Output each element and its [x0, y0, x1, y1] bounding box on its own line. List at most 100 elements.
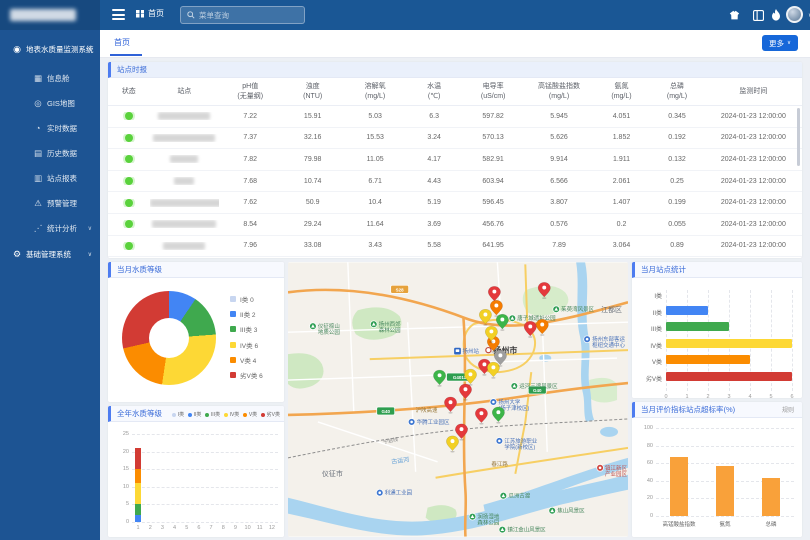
x-tick: 5: [183, 525, 191, 531]
cell-value: 5.626: [524, 134, 593, 141]
sidebar-item-history-data[interactable]: ▤ 历史数据: [0, 143, 100, 163]
table-row[interactable]: 7.6810.746.714.43603.946.5662.0610.25202…: [108, 171, 802, 193]
cell-value: 4.17: [406, 156, 462, 163]
y-tick: 15: [116, 466, 129, 472]
table-row[interactable]: 7.3732.1615.533.24570.135.6261.8520.1922…: [108, 128, 802, 150]
cell-value: 4.43: [406, 178, 462, 185]
search-input[interactable]: [199, 11, 289, 20]
legend-swatch: [172, 413, 176, 417]
menu-search-box[interactable]: [180, 6, 305, 24]
legend-item[interactable]: IV类: [224, 411, 239, 418]
cell-value: 6.566: [524, 178, 593, 185]
bar: [666, 306, 708, 315]
sidebar-item-label: 站点报表: [47, 173, 77, 184]
legend-item[interactable]: III类: [205, 411, 220, 418]
sidebar-group-label: 地表水质量监测系统: [26, 44, 94, 55]
exceed-rate-rules-link[interactable]: 规则: [782, 405, 794, 414]
gridline: [132, 522, 278, 523]
cell-value: 7.96: [219, 242, 281, 249]
bar: [716, 466, 734, 516]
cell-value: 32.16: [281, 134, 343, 141]
svg-text:S28: S28: [396, 287, 404, 292]
column-header: 氨氮(mg/L): [594, 82, 650, 101]
layout-columns-icon[interactable]: [750, 7, 766, 23]
flame-icon[interactable]: [768, 7, 784, 23]
map-poi[interactable]: 瓜洲古渡: [500, 492, 531, 500]
legend-item[interactable]: II类: [188, 411, 201, 418]
dashboard-root: ◉ 地表水质量监测系统 ∧ ▦ 信息舱 ◎ GIS地图 ◔ 实时数据 ▤ 历史数据 ▥ 站…: [0, 0, 810, 540]
cell-value: 0.345: [649, 113, 705, 120]
monthly-station-stats-panel: 当月站点统计 0 1 2 3 4 5 6I类II类III类IV类V类劣V类: [632, 262, 802, 398]
logo-strip: [0, 0, 100, 30]
sidebar-group-1[interactable]: ⚙ 基础管理系统 ∨: [0, 243, 100, 265]
topbar: 首页 ∨: [100, 0, 810, 30]
bar: [666, 355, 750, 364]
legend-swatch: [205, 413, 209, 417]
table-row[interactable]: 7.6250.910.45.19596.453.8071.4070.199202…: [108, 192, 802, 214]
legend-swatch: [243, 413, 247, 417]
bar-segment: [135, 448, 141, 469]
avatar[interactable]: [786, 6, 803, 23]
breadcrumb[interactable]: 首页: [136, 8, 164, 19]
sidebar-item-info-dashboard[interactable]: ▦ 信息舱: [0, 68, 100, 88]
x-tick: 9: [231, 525, 239, 531]
legend-swatch: [188, 413, 192, 417]
gridline: [132, 504, 278, 505]
cell-value: 5.945: [524, 113, 593, 120]
legend-item[interactable]: I类 0: [230, 294, 254, 304]
table-row[interactable]: 8.5429.2411.643.69456.760.5760.20.055202…: [108, 214, 802, 236]
legend-item[interactable]: I类: [172, 411, 184, 418]
legend-item[interactable]: II类 2: [230, 309, 256, 319]
sidebar-item-station-report[interactable]: ▥ 站点报表: [0, 168, 100, 188]
table-row[interactable]: 7.9633.083.435.58641.957.893.0640.892024…: [108, 236, 802, 258]
sidebar-item-realtime-data[interactable]: ◔ 实时数据: [0, 118, 100, 138]
cell-value: 10.74: [281, 178, 343, 185]
column-header: 状态: [108, 87, 150, 96]
cell-value: 7.22: [219, 113, 281, 120]
gridline: [132, 469, 278, 470]
y-tick: 40: [636, 478, 653, 484]
legend-item[interactable]: IV类 6: [230, 340, 258, 350]
gridline: [656, 428, 794, 429]
map-poi[interactable]: 扬州站: [454, 347, 479, 355]
map-poi-label: 扬州西郊森林公园: [379, 320, 401, 334]
more-button[interactable]: 更多∨: [762, 35, 798, 51]
info-dashboard-icon: ▦: [32, 73, 44, 84]
x-tick: 3: [158, 525, 166, 531]
legend-item[interactable]: V类: [243, 411, 257, 418]
theme-skin-icon[interactable]: [726, 7, 742, 23]
legend-item[interactable]: 劣V类 6: [230, 370, 263, 380]
legend-swatch: [230, 357, 236, 363]
tab-home[interactable]: 首页: [114, 37, 130, 48]
hamburger-menu-icon[interactable]: [112, 9, 125, 20]
sidebar-item-statistics-analysis[interactable]: ⋰ 统计分析∨: [0, 218, 100, 238]
map-poi[interactable]: 利通工业园: [376, 489, 412, 497]
column-header: 监测时间: [705, 87, 802, 96]
monthly-quality-panel: 当月水质等级 I类 0II类 2III类 3IV类 6V类 4劣V类 6: [108, 262, 284, 402]
legend-item[interactable]: V类 4: [230, 355, 256, 365]
y-tick: 5: [116, 501, 129, 507]
sidebar-group-icon: ◉: [11, 44, 23, 55]
sidebar-group-0[interactable]: ◉ 地表水质量监测系统 ∧: [0, 38, 100, 60]
sidebar-item-label: 预警管理: [47, 198, 77, 209]
cell-value: 641.95: [462, 242, 524, 249]
table-scrollbar[interactable]: [797, 108, 800, 166]
table-row[interactable]: 7.8279.9811.054.17582.919.9141.9110.1322…: [108, 149, 802, 171]
legend-item[interactable]: III类 3: [230, 324, 257, 334]
sidebar-item-alert-management[interactable]: ⚠ 预警管理: [0, 193, 100, 213]
bar-segment: [135, 515, 141, 522]
panel-title-exceed-rate: 当月评价指标站点超标率(%) 规则: [632, 402, 802, 418]
cell-value: 0.192: [649, 134, 705, 141]
map-poi-label: 瓜洲古渡: [508, 492, 530, 500]
gridline: [792, 290, 793, 391]
sidebar-item-gis-map[interactable]: ◎ GIS地图: [0, 93, 100, 113]
legend-item[interactable]: 劣V类: [261, 411, 280, 418]
status-dot: [108, 242, 150, 250]
column-header: 电导率(uS/cm): [462, 82, 524, 101]
table-row[interactable]: 7.2215.915.036.3597.825.9454.0510.345202…: [108, 106, 802, 128]
cell-value: 7.82: [219, 156, 281, 163]
map-poi-label: 扬州站: [462, 347, 479, 355]
station-map[interactable]: G40G40G4011S28 扬州西郊森林公园仪征捺山地质公园唐子城遗址公园茱萸…: [288, 262, 628, 537]
map-poi[interactable]: 焦山风景区: [549, 507, 585, 515]
bar: [666, 372, 792, 381]
